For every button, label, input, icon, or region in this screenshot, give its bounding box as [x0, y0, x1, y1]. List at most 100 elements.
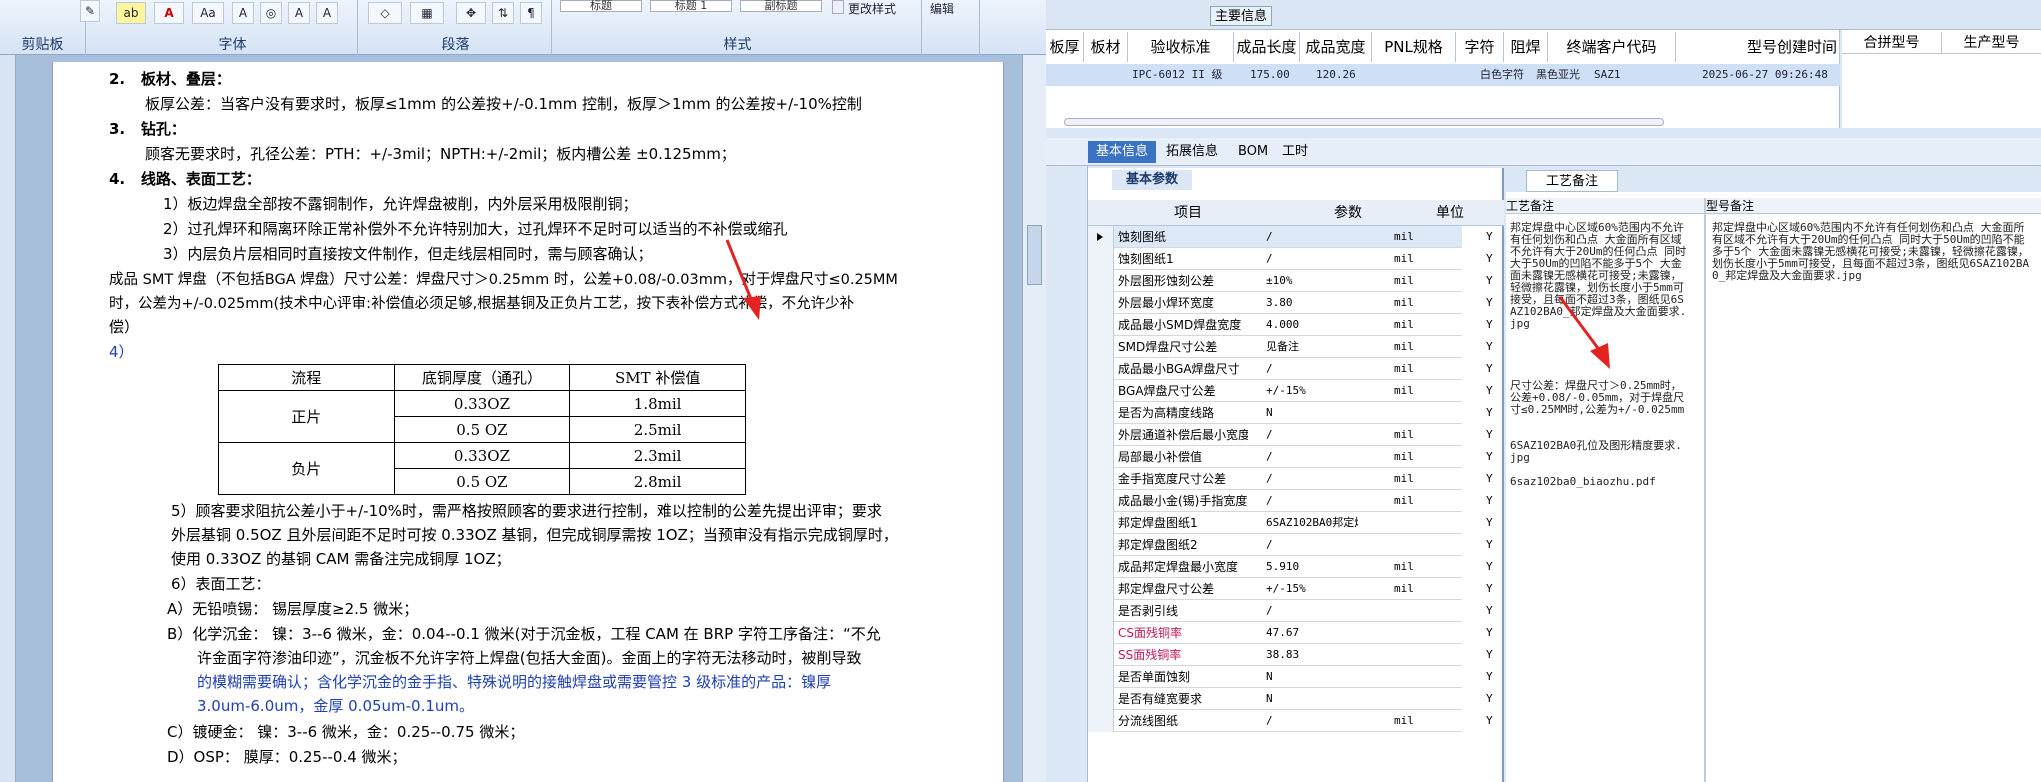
col-header[interactable]: 合拼型号 [1842, 32, 1942, 54]
tab-craft-notes[interactable]: 工艺备注 [1526, 170, 1618, 192]
doc-vertical-scrollbar[interactable] [1022, 55, 1046, 782]
notes-divider [1704, 198, 1706, 782]
col-header[interactable]: 型号创建时间 [1676, 32, 1840, 62]
borders-icon[interactable]: ▦ [410, 2, 444, 24]
table-cell: Y [1486, 560, 1493, 573]
table-row[interactable]: 是否为高精度线路 N Y [1088, 402, 1493, 424]
col-header[interactable]: 板材 [1084, 32, 1128, 62]
table-row[interactable]: CS面残铜率 47.67 Y [1088, 622, 1493, 644]
table-cell: mil [1394, 362, 1414, 375]
change-case-icon[interactable]: Aa [192, 2, 224, 24]
table-cell: ±10% [1266, 274, 1293, 287]
table-row[interactable]: 是否剥引线 / Y [1088, 600, 1493, 622]
shading-icon[interactable]: ◇ [368, 2, 402, 24]
format-painter-icon[interactable]: ✎ [80, 0, 100, 22]
tab-basic-info[interactable]: 基本信息 [1088, 141, 1157, 163]
table-cell: Y [1486, 670, 1493, 683]
table-row[interactable]: 分流线图纸 / mil Y [1088, 710, 1493, 732]
table-row[interactable]: 成品最小SMD焊盘宽度 4.000 mil Y [1088, 314, 1493, 336]
sort-icon[interactable]: ⇅ [492, 2, 514, 24]
table-row: 负片 0.33OZ 2.3mil [218, 442, 746, 495]
table-cell: 外层图形蚀刻公差 [1118, 274, 1215, 288]
shrink-font-icon[interactable]: A [316, 2, 338, 24]
col-header[interactable]: 验收标准 [1128, 32, 1234, 62]
col-header[interactable]: 成品长度 [1234, 32, 1300, 62]
table-row[interactable]: IPC-6012 II 级 175.00 120.26 白色字符 黑色亚光 SA… [1046, 64, 1840, 86]
table-cell: / [1266, 230, 1273, 243]
col-header[interactable]: 参数 [1334, 200, 1362, 226]
table-cell: mil [1394, 384, 1414, 397]
table-row[interactable]: 成品最小BGA焊盘尺寸 / mil Y [1088, 358, 1493, 380]
style-heading[interactable]: 标题 [560, 0, 642, 12]
table-row[interactable]: SS面残铜率 38.83 Y [1088, 644, 1493, 666]
doc-line: 偿） [109, 318, 140, 336]
table-row[interactable]: 邦定焊盘尺寸公差 +/-15% mil Y [1088, 578, 1493, 600]
table-cell: Y [1486, 692, 1493, 705]
col-header[interactable]: 成品宽度 [1300, 32, 1372, 62]
table-cell: Y [1486, 604, 1493, 617]
table-row[interactable]: BGA焊盘尺寸公差 +/-15% mil Y [1088, 380, 1493, 402]
table-row[interactable]: 是否单面蚀刻 N Y [1088, 666, 1493, 688]
change-styles-button[interactable]: 更改样式 [848, 0, 896, 17]
style-heading-1[interactable]: 标题 1 [650, 0, 732, 12]
col-header[interactable]: 字符 [1456, 32, 1504, 62]
char-border-icon[interactable]: A [232, 2, 254, 24]
enclose-char-icon[interactable]: ◎ [260, 2, 282, 24]
table-cell: Y [1486, 450, 1493, 463]
table-cell: mil [1394, 230, 1414, 243]
font-group: ab A Aa A ◎ A A 字体 [108, 0, 358, 55]
font-color-icon[interactable]: A [154, 2, 184, 24]
doc-line: 的模糊需要确认；含化学沉金的金手指、特殊说明的接触焊盘或需要管控 3 级标准的产… [197, 673, 832, 691]
styles-more-icon[interactable] [832, 0, 844, 14]
table-cell: 是否为高精度线路 [1118, 406, 1215, 420]
table-header: 流程 [218, 364, 395, 391]
table-row[interactable]: 外层通道补偿后最小宽度 / mil Y [1088, 424, 1493, 446]
table-row[interactable]: 邦定焊盘图纸1 6SAZ102BA0邦定焊盘 Y [1088, 512, 1493, 534]
table-row[interactable]: 金手指宽度尺寸公差 / mil Y [1088, 468, 1493, 490]
col-header[interactable]: 终端客户代码 [1548, 32, 1676, 62]
col-header[interactable]: 生产型号 [1942, 32, 2041, 54]
tab-extended-info[interactable]: 拓展信息 [1158, 141, 1226, 163]
show-marks-icon[interactable]: ¶ [520, 2, 542, 24]
table-cell: / [1266, 538, 1273, 551]
table-cell: 金手指宽度尺寸公差 [1118, 472, 1227, 486]
sort-options-icon[interactable]: ✥ [456, 2, 486, 24]
style-subtitle[interactable]: 副标题 [740, 0, 822, 12]
grow-font-icon[interactable]: A [288, 2, 310, 24]
table-cell: 分流线图纸 [1118, 714, 1179, 728]
col-header[interactable]: 项目 [1174, 200, 1202, 226]
doc-line: 3）内层负片层相同时直接按文件制作，但走线层相同时，需与顾客确认； [163, 245, 653, 263]
table-cell: mil [1394, 714, 1414, 727]
table-row[interactable]: 是否有缝宽要求 N Y [1088, 688, 1493, 710]
ribbon-group-label: 样式 [723, 37, 752, 53]
table-row[interactable]: 邦定焊盘图纸2 / Y [1088, 534, 1493, 556]
table-cell: 邦定焊盘图纸2 [1118, 538, 1198, 552]
table-row[interactable]: 蚀刻图纸1 / mil Y [1088, 248, 1493, 270]
tab-bar: 基本信息 拓展信息 BOM 工时 [1046, 138, 2041, 166]
table-cell: / [1266, 362, 1273, 375]
document-page[interactable]: 2. 板材、叠层： 板厚公差：当客户没有要求时，板厚≤1mm 的公差按+/-0.… [52, 62, 1004, 782]
table-row[interactable]: 成品邦定焊盘最小宽度 5.910 mil Y [1088, 556, 1493, 578]
col-header[interactable]: PNL规格 [1372, 32, 1456, 62]
horizontal-scrollbar[interactable] [1064, 118, 1664, 126]
col-header[interactable]: 单位 [1436, 200, 1464, 226]
tab-work-hours[interactable]: 工时 [1274, 141, 1316, 163]
highlight-color-icon[interactable]: ab [116, 2, 146, 24]
table-row[interactable]: SMD焊盘尺寸公差 见备注 mil Y [1088, 336, 1493, 358]
col-header[interactable]: 阻焊 [1504, 32, 1548, 62]
scroll-thumb[interactable] [1027, 225, 1042, 285]
table-cell: 0.33OZ [393, 442, 571, 469]
table-row[interactable]: 外层图形蚀刻公差 ±10% mil Y [1088, 270, 1493, 292]
table-cell: Y [1486, 230, 1493, 243]
col-header[interactable]: 板厚 [1046, 32, 1084, 62]
doc-line: 5）顾客要求阻抗公差小于+/-10%时，需严格按照顾客的要求进行控制，难以控制的… [171, 502, 882, 520]
table-row[interactable]: 成品最小金(锡)手指宽度 / mil Y [1088, 490, 1493, 512]
cell-created-time: 2025-06-27 09:26:48 [1702, 68, 1828, 81]
table-row[interactable]: 外层最小焊环宽度 3.80 mil Y [1088, 292, 1493, 314]
doc-line: B）化学沉金： 镍：3--6 微米，金：0.04--0.1 微米(对于沉金板，工… [167, 625, 881, 643]
table-row[interactable]: 蚀刻图纸 / mil Y [1088, 226, 1493, 248]
editing-button[interactable]: 编辑 [930, 0, 954, 17]
table-cell: Y [1486, 626, 1493, 639]
tab-bom[interactable]: BOM [1230, 141, 1276, 163]
table-row[interactable]: 局部最小补偿值 / mil Y [1088, 446, 1493, 468]
